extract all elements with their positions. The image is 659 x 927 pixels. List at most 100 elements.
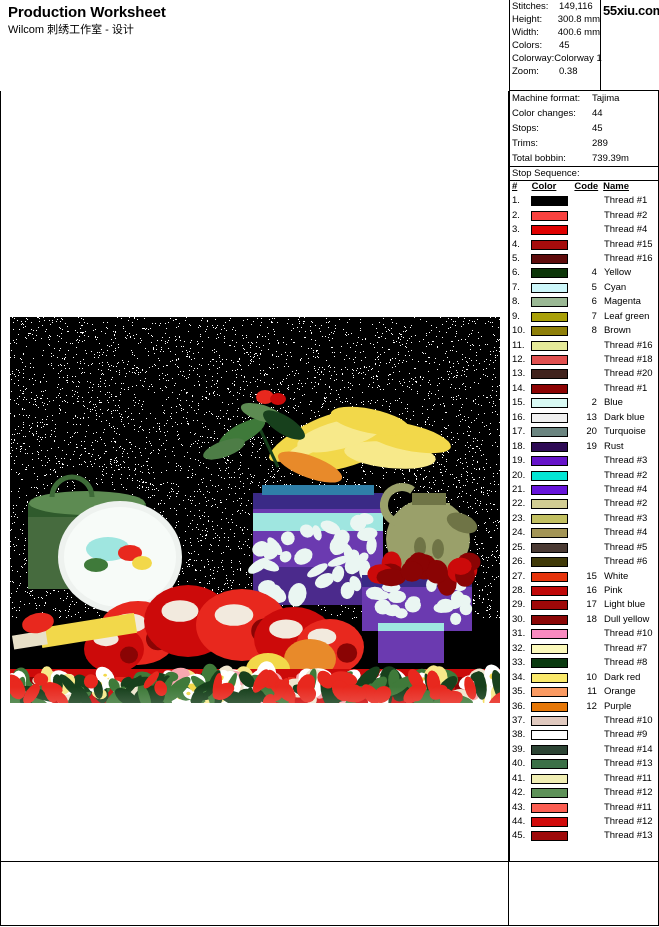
thread-name: Light blue xyxy=(603,599,646,611)
table-row[interactable]: 34. 10 Dark red xyxy=(510,670,658,684)
thread-color-swatch xyxy=(531,268,569,279)
table-row[interactable]: 29. 17 Light blue xyxy=(510,598,658,612)
table-row[interactable]: 13. Thread #20 xyxy=(510,367,658,381)
row-number: 36. xyxy=(512,700,526,712)
table-row[interactable]: 38. Thread #9 xyxy=(510,728,658,742)
thread-name: Thread #11 xyxy=(603,801,652,813)
table-row[interactable]: 33. Thread #8 xyxy=(510,656,658,670)
table-row[interactable]: 7. 5 Cyan xyxy=(510,281,658,295)
thread-color-swatch xyxy=(531,571,569,582)
summary-label: Stitches: xyxy=(512,1,549,12)
row-number: 41. xyxy=(512,772,526,784)
table-row[interactable]: 5. Thread #16 xyxy=(510,252,658,266)
thread-name: Thread #3 xyxy=(603,455,648,467)
summary-label: Width: xyxy=(512,27,539,38)
thread-color-swatch xyxy=(531,441,569,452)
design-summary-table: Stitches: 149,116 Height: 300.8 mm Width: 400… xyxy=(509,0,602,91)
summary-row: Stitches: 149,116 xyxy=(510,0,600,13)
table-row[interactable]: 12. Thread #18 xyxy=(510,353,658,367)
table-row[interactable]: 9. 7 Leaf green xyxy=(510,310,658,324)
table-row[interactable]: 37. Thread #10 xyxy=(510,714,658,728)
table-row[interactable]: 11. Thread #16 xyxy=(510,338,658,352)
table-row[interactable]: 41. Thread #11 xyxy=(510,772,658,786)
thread-name: Thread #15 xyxy=(603,238,653,250)
machine-info-value: 45 xyxy=(592,123,603,134)
column-header-number: # xyxy=(512,181,518,192)
title-block: Production Worksheet Wilcom 刺绣工作室 - 设计 xyxy=(8,4,478,37)
row-number: 24. xyxy=(512,527,526,539)
summary-value: 300.8 mm xyxy=(557,14,600,25)
table-row[interactable]: 21. Thread #4 xyxy=(510,483,658,497)
thread-color-cell xyxy=(531,701,572,712)
thread-name: Thread #14 xyxy=(603,743,653,755)
footer-left-cell xyxy=(0,862,509,926)
table-row[interactable]: 26. Thread #6 xyxy=(510,555,658,569)
thread-color-swatch xyxy=(531,788,569,799)
table-row[interactable]: 19. Thread #3 xyxy=(510,454,658,468)
table-row[interactable]: 24. Thread #4 xyxy=(510,526,658,540)
table-row[interactable]: 35. 11 Orange xyxy=(510,685,658,699)
thread-color-swatch xyxy=(531,759,569,770)
column-header-code: Code xyxy=(574,181,599,192)
thread-color-cell xyxy=(531,658,572,669)
machine-info-row: Stops: 45 xyxy=(510,121,658,136)
table-row[interactable]: 30. 18 Dull yellow xyxy=(510,613,658,627)
thread-color-cell xyxy=(531,687,572,698)
table-row[interactable]: 28. 16 Pink xyxy=(510,584,658,598)
table-row[interactable]: 27. 15 White xyxy=(510,569,658,583)
row-number: 38. xyxy=(512,729,526,741)
table-row[interactable]: 15. 2 Blue xyxy=(510,396,658,410)
table-row[interactable]: 3. Thread #4 xyxy=(510,223,658,237)
summary-value: 149,116 xyxy=(559,1,593,12)
table-row[interactable]: 20. Thread #2 xyxy=(510,468,658,482)
table-row[interactable]: 40. Thread #13 xyxy=(510,757,658,771)
thread-color-swatch xyxy=(531,629,569,640)
row-number: 10. xyxy=(512,325,526,337)
table-row[interactable]: 23. Thread #3 xyxy=(510,512,658,526)
table-row[interactable]: 42. Thread #12 xyxy=(510,786,658,800)
table-row[interactable]: 39. Thread #14 xyxy=(510,743,658,757)
table-row[interactable]: 14. Thread #1 xyxy=(510,382,658,396)
table-row[interactable]: 17. 20 Turquoise xyxy=(510,425,658,439)
thread-code: 20 xyxy=(586,426,597,438)
row-number: 5. xyxy=(512,252,520,264)
summary-row: Colors: 45 xyxy=(510,39,600,52)
machine-info-value: 44 xyxy=(592,108,603,119)
thread-color-swatch xyxy=(531,282,569,293)
table-row[interactable]: 45. Thread #13 xyxy=(510,829,658,843)
table-row[interactable]: 1. Thread #1 xyxy=(510,194,658,208)
page-subtitle: Wilcom 刺绣工作室 - 设计 xyxy=(8,24,134,36)
thread-color-swatch xyxy=(531,253,569,264)
thread-name: Thread #5 xyxy=(603,541,648,553)
table-row[interactable]: 31. Thread #10 xyxy=(510,627,658,641)
thread-name: Thread #6 xyxy=(603,556,648,568)
thread-name: Thread #10 xyxy=(603,714,653,726)
table-row[interactable]: 43. Thread #11 xyxy=(510,800,658,814)
thread-code: 18 xyxy=(586,613,597,625)
table-row[interactable]: 32. Thread #7 xyxy=(510,642,658,656)
thread-color-cell xyxy=(531,210,572,221)
table-row[interactable]: 6. 4 Yellow xyxy=(510,266,658,280)
table-row[interactable]: 10. 8 Brown xyxy=(510,324,658,338)
table-row[interactable]: 25. Thread #5 xyxy=(510,541,658,555)
row-number: 43. xyxy=(512,801,526,813)
table-row[interactable]: 36. 12 Purple xyxy=(510,699,658,713)
machine-info-row: Total bobbin: 739.39m xyxy=(510,151,658,166)
machine-info-label: Color changes: xyxy=(512,108,576,119)
table-row[interactable]: 4. Thread #15 xyxy=(510,237,658,251)
row-number: 20. xyxy=(512,469,526,481)
thread-color-cell xyxy=(531,788,572,799)
summary-label: Zoom: xyxy=(512,66,539,77)
table-row[interactable]: 2. Thread #2 xyxy=(510,208,658,222)
table-row[interactable]: 8. 6 Magenta xyxy=(510,295,658,309)
table-row[interactable]: 44. Thread #12 xyxy=(510,815,658,829)
row-number: 19. xyxy=(512,455,526,467)
table-row[interactable]: 22. Thread #2 xyxy=(510,497,658,511)
machine-info-row: Machine format: Tajima xyxy=(510,91,658,106)
summary-label: Colors: xyxy=(512,40,543,51)
table-row[interactable]: 16. 13 Dark blue xyxy=(510,411,658,425)
thread-name: Thread #4 xyxy=(603,224,648,236)
thread-color-swatch xyxy=(531,340,569,351)
row-number: 1. xyxy=(512,195,520,207)
table-row[interactable]: 18. 19 Rust xyxy=(510,439,658,453)
